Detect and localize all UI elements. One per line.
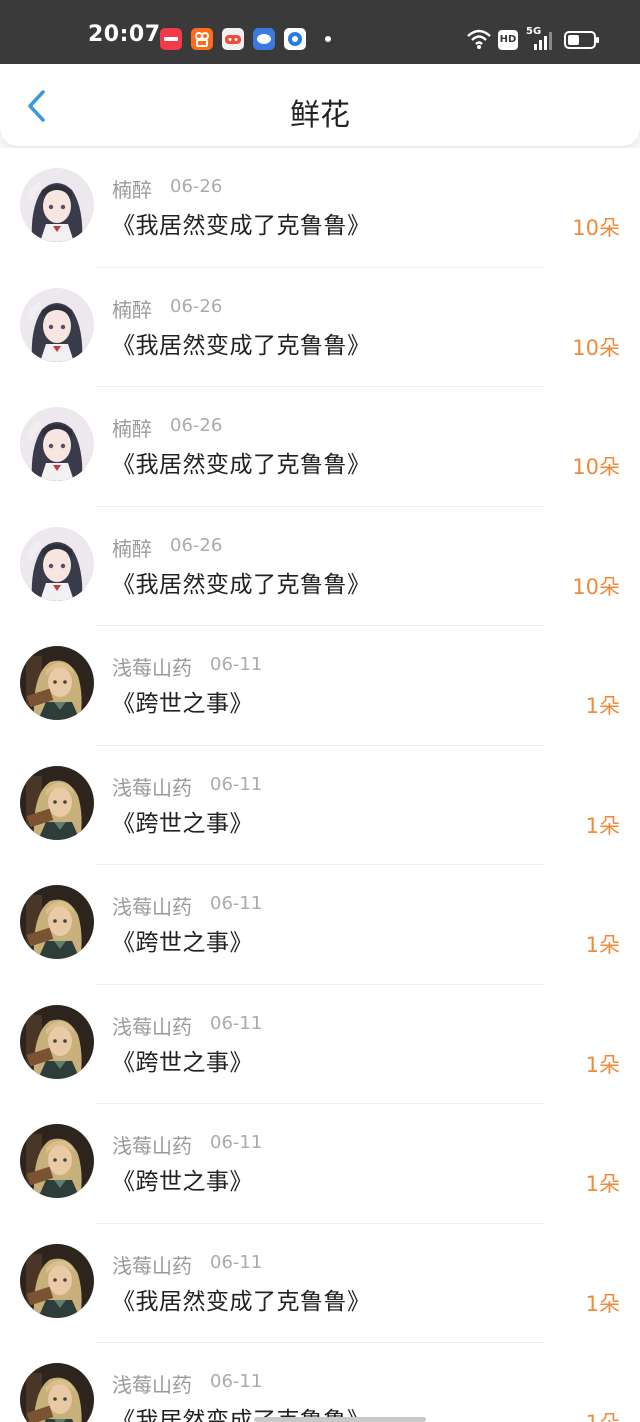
flower-count: 1朵 [585,813,620,838]
row-date: 06-11 [210,1132,263,1153]
book-title[interactable]: 《我居然变成了克鲁鲁》 [112,1282,371,1316]
avatar[interactable] [20,1124,94,1198]
user-name: 浅莓山药 [112,1253,192,1278]
flower-list: 楠醉 06-26 《我居然变成了克鲁鲁》 10朵 楠醉 06-26 《我居然变成了克鲁鲁》 1… [0,148,640,1422]
flower-count: 1朵 [585,1172,620,1196]
user-name: 浅莓山药 [112,1014,192,1039]
home-indicator[interactable] [254,1417,426,1422]
row-date: 06-11 [210,1371,263,1392]
notification-dot [325,36,331,42]
flower-count: 1朵 [585,694,620,718]
list-item[interactable]: 楠醉 06-26 《我居然变成了克鲁鲁》 10朵 [0,148,640,268]
wifi-icon [467,29,491,49]
row-date: 06-11 [210,654,263,675]
user-name: 楠醉 [112,417,152,441]
user-name: 楠醉 [112,297,152,322]
signal-5g-icon: 5G [526,26,554,52]
avatar[interactable] [20,1243,94,1318]
list-item[interactable]: 浅莓山药 06-11 《我居然变成了克鲁鲁》 1朵 [0,1224,640,1343]
book-title[interactable]: 《我居然变成了克鲁鲁》 [112,326,371,360]
avatar[interactable] [20,765,94,840]
flower-count: 1朵 [585,933,620,957]
hd-badge: HD [498,30,518,50]
list-item[interactable]: 浅莓山药 06-11 《跨世之事》 1朵 [0,746,640,865]
book-title[interactable]: 《跨世之事》 [112,684,253,718]
user-name: 浅莓山药 [112,656,192,680]
avatar[interactable] [20,526,94,601]
user-name: 浅莓山药 [112,895,192,919]
book-title[interactable]: 《跨世之事》 [112,804,253,838]
row-date: 06-26 [170,415,223,436]
flower-count: 1朵 [585,1052,620,1077]
status-bar: 20:07 HD 5G [0,0,640,64]
avatar[interactable] [20,1004,94,1079]
flower-count: 1朵 [585,1291,620,1316]
book-title[interactable]: 《我居然变成了克鲁鲁》 [112,206,371,240]
page-title: 鲜花 [290,98,350,133]
flower-count: 10朵 [572,335,620,360]
list-item[interactable]: 楠醉 06-26 《我居然变成了克鲁鲁》 10朵 [0,507,640,626]
list-item[interactable]: 浅莓山药 06-11 《跨世之事》 1朵 [0,1104,640,1224]
book-title[interactable]: 《跨世之事》 [112,923,253,957]
list-item[interactable]: 楠醉 06-26 《我居然变成了克鲁鲁》 10朵 [0,268,640,387]
user-name: 浅莓山药 [112,1134,192,1158]
row-date: 06-26 [170,534,223,556]
avatar[interactable] [20,407,94,481]
list-item[interactable]: 浅莓山药 06-11 《跨世之事》 1朵 [0,865,640,985]
browser-icon [284,28,306,50]
list-item[interactable]: 浅莓山药 06-11 《跨世之事》 1朵 [0,626,640,746]
user-name: 浅莓山药 [112,1373,192,1397]
avatar[interactable] [20,646,94,720]
list-item[interactable]: 浅莓山药06-11《我居然变成了克鲁鲁》1朵 [0,1343,640,1422]
avatar[interactable] [20,168,94,242]
xiaohongshu-icon [160,28,182,50]
row-date: 06-11 [210,1251,263,1273]
battery-icon [564,31,599,49]
row-date: 06-11 [210,1012,263,1034]
row-date: 06-26 [170,295,223,317]
status-time: 20:07 [88,22,161,47]
row-date: 06-26 [170,176,223,197]
avatar[interactable] [20,1363,94,1422]
row-date: 06-11 [210,893,263,914]
list-item[interactable]: 浅莓山药 06-11 《跨世之事》 1朵 [0,985,640,1104]
book-title[interactable]: 《跨世之事》 [112,1162,253,1196]
book-title[interactable]: 《我居然变成了克鲁鲁》 [112,445,371,479]
avatar[interactable] [20,287,94,362]
kuaishou-icon [191,28,213,50]
avatar[interactable] [20,885,94,959]
list-item[interactable]: 楠醉 06-26 《我居然变成了克鲁鲁》 10朵 [0,387,640,507]
game-center-icon [222,28,244,50]
nav-bar: 鲜花 [0,64,640,146]
flower-count: 10朵 [572,216,620,240]
row-date: 06-11 [210,773,263,795]
flower-count: 1朵 [586,1407,620,1422]
chat-bubble-icon [253,28,275,50]
book-title[interactable]: 《我居然变成了克鲁鲁》 [112,565,371,599]
flower-count: 10朵 [572,455,620,479]
user-name: 浅莓山药 [112,775,192,800]
user-name: 楠醉 [112,536,152,561]
user-name: 楠醉 [112,178,152,202]
flower-count: 10朵 [572,574,620,599]
book-title[interactable]: 《跨世之事》 [112,1043,253,1077]
